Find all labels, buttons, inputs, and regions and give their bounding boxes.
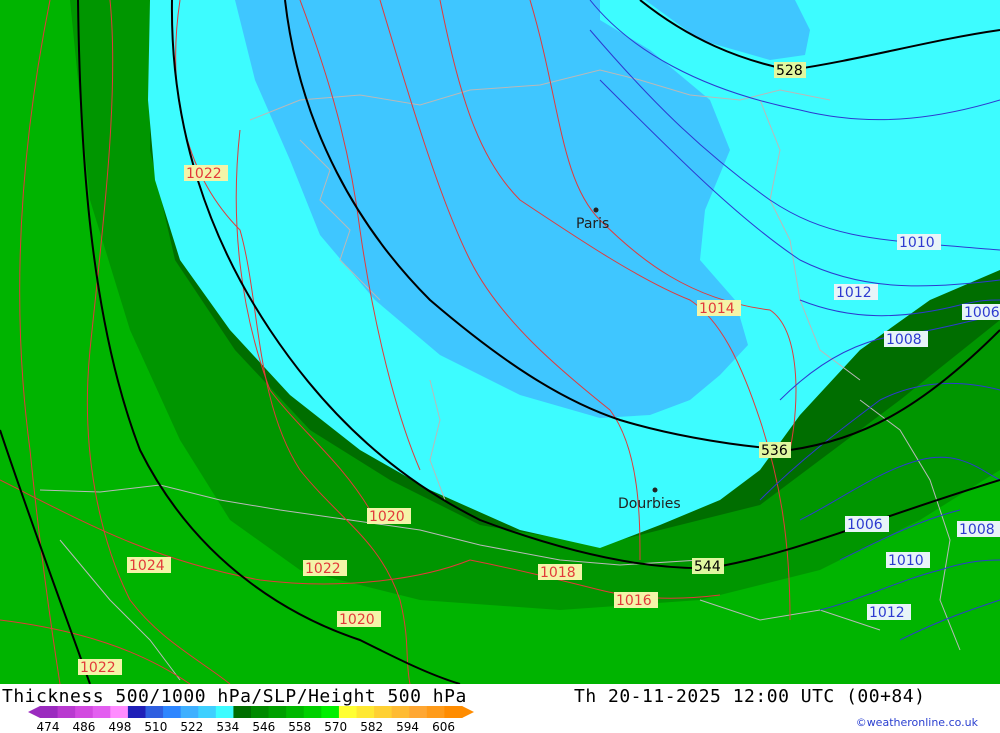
slp-label-1008-b: 1008 xyxy=(959,522,995,538)
slp-label-1018: 1018 xyxy=(540,565,576,581)
legend-ticks: 474 486 498 510 522 534 546 558 570 582 594 606 xyxy=(37,720,455,733)
slp-label-1020-b: 1020 xyxy=(339,612,375,628)
legend-arrow-right xyxy=(462,706,474,718)
legend-swatch xyxy=(321,706,340,718)
legend-tick-label: 534 xyxy=(216,720,239,733)
city-marker-dourbies xyxy=(652,487,658,493)
height-label-536: 536 xyxy=(761,443,788,459)
legend-swatch xyxy=(57,706,76,718)
height-label-544: 544 xyxy=(694,559,721,575)
legend-swatch xyxy=(374,706,393,718)
legend-swatch xyxy=(180,706,199,718)
legend-tick-label: 498 xyxy=(108,720,131,733)
legend-swatch xyxy=(409,706,428,718)
legend-swatch xyxy=(338,706,357,718)
legend-swatch xyxy=(268,706,287,718)
slp-label-1012-b: 1012 xyxy=(869,605,905,621)
legend-tick-label: 546 xyxy=(252,720,275,733)
slp-label-1022-a: 1022 xyxy=(186,166,222,182)
slp-label-1006-a: 1006 xyxy=(964,305,1000,321)
legend-swatch xyxy=(391,706,410,718)
map-valid-time: Th 20-11-2025 12:00 UTC (00+84) xyxy=(574,686,926,707)
legend-swatches xyxy=(28,706,474,718)
legend-tick-label: 510 xyxy=(144,720,167,733)
legend-swatch xyxy=(303,706,322,718)
legend-swatch xyxy=(145,706,164,718)
legend-swatch xyxy=(127,706,146,718)
height-label-528: 528 xyxy=(776,63,803,79)
legend-swatch xyxy=(75,706,94,718)
legend-swatch xyxy=(444,706,463,718)
slp-label-1022-c: 1022 xyxy=(80,660,116,676)
legend-swatch xyxy=(233,706,252,718)
slp-label-1010-b: 1010 xyxy=(888,553,924,569)
slp-label-1022-b: 1022 xyxy=(305,561,341,577)
thickness-color-legend: 474 486 498 510 522 534 546 558 570 582 594 606 xyxy=(28,706,474,733)
slp-label-1016: 1016 xyxy=(616,593,652,609)
legend-swatch xyxy=(286,706,305,718)
city-marker-paris xyxy=(593,207,599,213)
legend-swatch xyxy=(251,706,270,718)
weather-map: Paris Dourbies 528 536 544 1022 1014 102… xyxy=(0,0,1000,684)
legend-tick-label: 594 xyxy=(396,720,419,733)
legend-tick-label: 558 xyxy=(288,720,311,733)
legend-tick-label: 486 xyxy=(73,720,96,733)
slp-label-1008-a: 1008 xyxy=(886,332,922,348)
legend-swatch xyxy=(215,706,234,718)
slp-label-1014: 1014 xyxy=(699,301,735,317)
legend-tick-label: 606 xyxy=(432,720,455,733)
legend-swatch xyxy=(356,706,375,718)
credit-link[interactable]: ©weatheronline.co.uk xyxy=(856,716,978,729)
legend-arrow-left xyxy=(28,706,40,718)
slp-label-1020-a: 1020 xyxy=(369,509,405,525)
legend-swatch xyxy=(40,706,59,718)
legend-tick-label: 474 xyxy=(37,720,60,733)
legend-swatch xyxy=(198,706,217,718)
map-footer: Thickness 500/1000 hPa/SLP/Height 500 hP… xyxy=(0,684,1000,733)
slp-label-1024: 1024 xyxy=(129,558,165,574)
legend-tick-label: 570 xyxy=(324,720,347,733)
legend-swatch xyxy=(110,706,129,718)
slp-label-1006-b: 1006 xyxy=(847,517,883,533)
legend-tick-label: 582 xyxy=(360,720,383,733)
slp-label-1012-a: 1012 xyxy=(836,285,872,301)
legend-swatch xyxy=(92,706,111,718)
legend-swatch xyxy=(163,706,182,718)
legend-tick-label: 522 xyxy=(180,720,203,733)
city-label-dourbies: Dourbies xyxy=(618,496,681,512)
city-label-paris: Paris xyxy=(576,216,609,232)
slp-label-1010-a: 1010 xyxy=(899,235,935,251)
legend-swatch xyxy=(426,706,445,718)
